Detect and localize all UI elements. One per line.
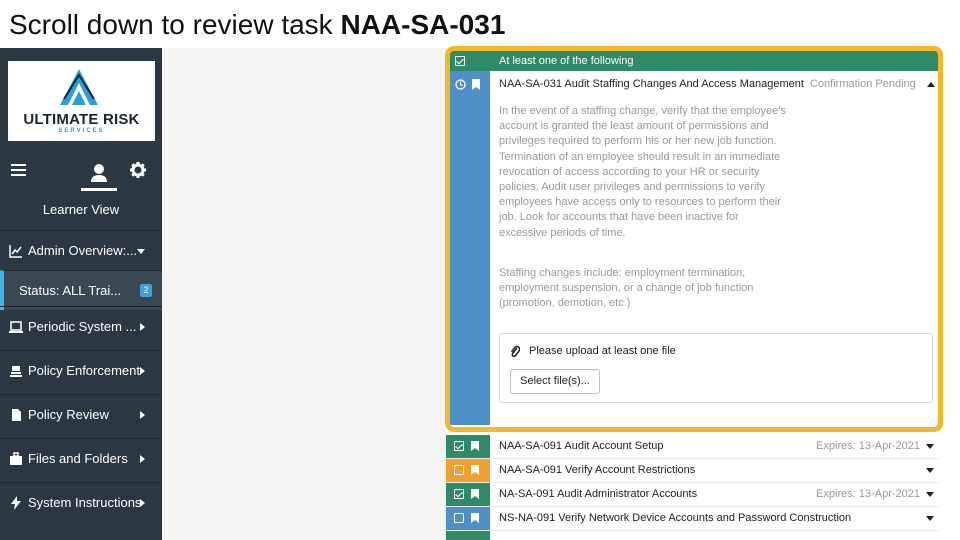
file-icon: [12, 408, 21, 421]
chevron-down-icon[interactable]: [926, 444, 934, 449]
brand-logo: ULTIMATE RISK SERVICES: [8, 61, 155, 141]
bookmark-icon: [472, 79, 480, 90]
brand-name: ULTIMATE RISK: [23, 111, 140, 128]
sidebar-item-label: System Instructions: [28, 495, 142, 510]
sidebar-item-status[interactable]: Status: ALL Trai... 2: [0, 270, 162, 310]
chevron-down-icon: [137, 248, 145, 254]
briefcase-icon: [10, 451, 22, 465]
sidebar-item-files-folders[interactable]: Files and Folders: [0, 438, 162, 478]
task-description: In the event of a staffing change, verif…: [499, 105, 786, 239]
sidebar-item-label: Policy Enforcement: [28, 363, 140, 378]
sidebar-item-policy-review[interactable]: Policy Review: [0, 394, 162, 434]
checkbox-empty-icon[interactable]: [454, 465, 464, 475]
count-badge: 2: [140, 284, 152, 297]
upload-label: Please upload at least one file: [529, 345, 676, 357]
paperclip-icon: [510, 345, 520, 357]
checkbox-checked-icon[interactable]: [455, 56, 465, 66]
sidebar-item-policy-enforcement[interactable]: Policy Enforcement: [0, 350, 162, 390]
sidebar-item-system-instructions[interactable]: System Instructions: [0, 482, 162, 522]
task-row-partial[interactable]: [446, 531, 940, 540]
clock-icon: [455, 79, 466, 90]
gavel-icon: [10, 365, 22, 377]
learner-view-label[interactable]: Learner View: [0, 196, 162, 228]
mountain-logo-icon: [60, 69, 98, 105]
task-status-stripe: [450, 71, 490, 425]
chevron-right-icon: [140, 410, 145, 419]
instruction-caption: Scroll down to review task NAA-SA-031: [9, 6, 505, 44]
checkbox-empty-icon[interactable]: [454, 513, 464, 523]
checkbox-checked-icon[interactable]: [454, 441, 464, 451]
sidebar-toolbar: [0, 148, 162, 192]
collapse-caret-icon[interactable]: [927, 82, 935, 87]
bookmark-icon: [471, 513, 479, 523]
file-upload-box: Please upload at least one file Select f…: [499, 333, 933, 403]
task-row[interactable]: NS-NA-091 Verify Network Device Accounts…: [446, 507, 940, 531]
task-row-tag: [446, 483, 490, 506]
sidebar-item-label: Status: ALL Trai...: [19, 283, 122, 298]
caption-task-id: NAA-SA-031: [340, 9, 506, 40]
chevron-right-icon: [140, 366, 145, 375]
task-row-expiry: Expires: 13-Apr-2021: [816, 488, 920, 500]
sidebar-item-label: Policy Review: [28, 407, 109, 422]
task-row-tag: [446, 435, 490, 458]
content-background: [162, 48, 446, 540]
task-row[interactable]: NAA-SA-091 Audit Account Setup Expires: …: [446, 435, 940, 459]
task-row[interactable]: NA-SA-091 Audit Administrator Accounts E…: [446, 483, 940, 507]
chevron-right-icon: [140, 454, 145, 463]
bookmark-icon: [471, 441, 479, 451]
sidebar: ULTIMATE RISK SERVICES Learner View Admi…: [0, 48, 162, 540]
group-label: At least one of the following: [499, 55, 634, 67]
sidebar-item-label: Periodic System ...: [28, 319, 137, 334]
chevron-right-icon: [140, 322, 145, 331]
caption-prefix: Scroll down to review task: [9, 9, 341, 40]
bookmark-icon: [471, 465, 479, 475]
sidebar-item-label: Files and Folders: [28, 451, 128, 466]
brand-sub: SERVICES: [58, 128, 105, 134]
task-row-title: NS-NA-091 Verify Network Device Accounts…: [499, 512, 852, 524]
bolt-icon: [11, 495, 21, 510]
screen: Scroll down to review task NAA-SA-031 UL…: [0, 0, 960, 540]
chart-line-icon: [9, 244, 22, 258]
task-group-header: At least one of the following: [446, 51, 940, 71]
task-status: Confirmation Pending: [810, 78, 916, 90]
chevron-right-icon: [140, 498, 145, 507]
laptop-icon: [9, 320, 23, 333]
chevron-down-icon[interactable]: [926, 492, 934, 497]
chevron-down-icon[interactable]: [926, 468, 934, 473]
task-row-tag: [446, 531, 490, 540]
active-view-indicator: [81, 188, 117, 191]
sidebar-item-label: Admin Overview:...: [28, 243, 138, 258]
task-row[interactable]: NAA-SA-091 Verify Account Restrictions: [446, 459, 940, 483]
sidebar-item-admin-overview[interactable]: Admin Overview:...: [0, 230, 162, 270]
task-row-tag: [446, 507, 490, 530]
gear-icon[interactable]: [130, 162, 146, 178]
task-row-title: NAA-SA-091 Verify Account Restrictions: [499, 464, 696, 476]
task-title[interactable]: NAA-SA-031 Audit Staffing Changes And Ac…: [499, 78, 804, 90]
task-row-title: NAA-SA-091 Audit Account Setup: [499, 440, 664, 452]
checkbox-checked-icon[interactable]: [454, 489, 464, 499]
sidebar-item-periodic-system[interactable]: Periodic System ...: [0, 306, 162, 346]
task-row-expiry: Expires: 13-Apr-2021: [816, 440, 920, 452]
menu-icon[interactable]: [11, 164, 26, 176]
task-row-tag: [446, 459, 490, 482]
task-description-note: Staffing changes include: employment ter…: [499, 267, 754, 310]
select-files-button[interactable]: Select file(s)...: [510, 369, 600, 394]
bookmark-icon: [471, 489, 479, 499]
chevron-down-icon[interactable]: [926, 516, 934, 521]
task-row-title: NA-SA-091 Audit Administrator Accounts: [499, 488, 698, 500]
